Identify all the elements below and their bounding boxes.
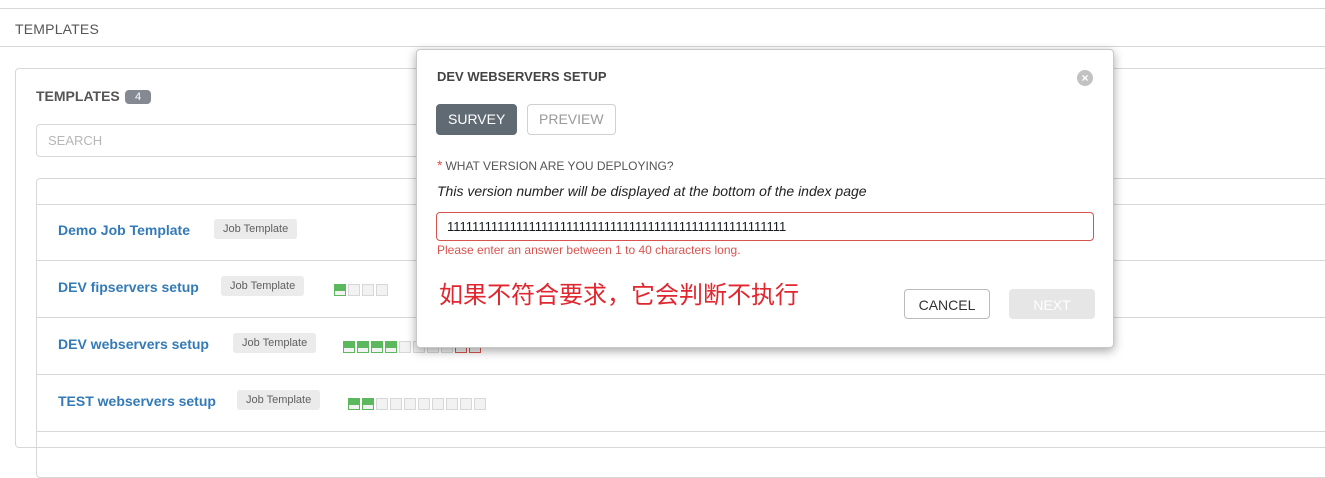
job-status-success[interactable] (362, 398, 374, 410)
close-icon[interactable]: × (1077, 70, 1093, 86)
job-status-empty (376, 284, 388, 296)
template-name-link[interactable]: DEV fipservers setup (58, 279, 199, 295)
template-name-link[interactable]: TEST webservers setup (58, 393, 216, 409)
template-count-badge: 4 (125, 90, 151, 104)
job-status-sparkline (348, 398, 486, 410)
question-label: * WHAT VERSION ARE YOU DEPLOYING? (437, 157, 674, 173)
question-label-text: WHAT VERSION ARE YOU DEPLOYING? (445, 159, 674, 173)
job-status-empty (418, 398, 430, 410)
tab-survey[interactable]: SURVEY (436, 104, 518, 135)
job-status-empty (362, 284, 374, 296)
template-type-badge: Job Template (233, 333, 317, 353)
template-name-link[interactable]: DEV webservers setup (58, 336, 209, 352)
job-status-empty (376, 398, 388, 410)
page-header: TEMPLATES (0, 8, 1325, 47)
annotation-note: 如果不符合要求，它会判断不执行 (439, 281, 799, 309)
job-status-success[interactable] (343, 341, 355, 353)
template-name-link[interactable]: Demo Job Template (58, 222, 190, 238)
job-status-empty (474, 398, 486, 410)
survey-modal: DEV WEBSERVERS SETUP × SURVEY PREVIEW * W… (416, 49, 1114, 348)
job-status-success[interactable] (371, 341, 383, 353)
next-button[interactable]: NEXT (1009, 289, 1095, 319)
required-marker: * (437, 157, 443, 173)
cancel-button[interactable]: CANCEL (904, 289, 990, 319)
question-description: This version number will be displayed at… (437, 183, 867, 199)
job-status-empty (460, 398, 472, 410)
job-status-empty (348, 284, 360, 296)
modal-title: DEV WEBSERVERS SETUP (437, 69, 607, 84)
page-header-title: TEMPLATES (15, 21, 100, 37)
job-status-success[interactable] (334, 284, 346, 296)
version-answer-input[interactable] (436, 212, 1094, 241)
job-status-empty (404, 398, 416, 410)
panel-title: TEMPLATES (36, 88, 120, 104)
job-status-empty (399, 341, 411, 353)
template-type-badge: Job Template (237, 390, 321, 410)
job-status-success[interactable] (385, 341, 397, 353)
template-type-badge: Job Template (214, 219, 298, 239)
template-type-badge: Job Template (221, 276, 305, 296)
validation-error-message: Please enter an answer between 1 to 40 c… (437, 243, 741, 257)
job-status-empty (432, 398, 444, 410)
table-row: TEST webservers setup Job Template (37, 375, 1325, 432)
job-status-success[interactable] (348, 398, 360, 410)
job-status-empty (390, 398, 402, 410)
job-status-success[interactable] (357, 341, 369, 353)
job-status-sparkline (334, 284, 388, 296)
tab-preview[interactable]: PREVIEW (527, 104, 616, 135)
job-status-empty (446, 398, 458, 410)
